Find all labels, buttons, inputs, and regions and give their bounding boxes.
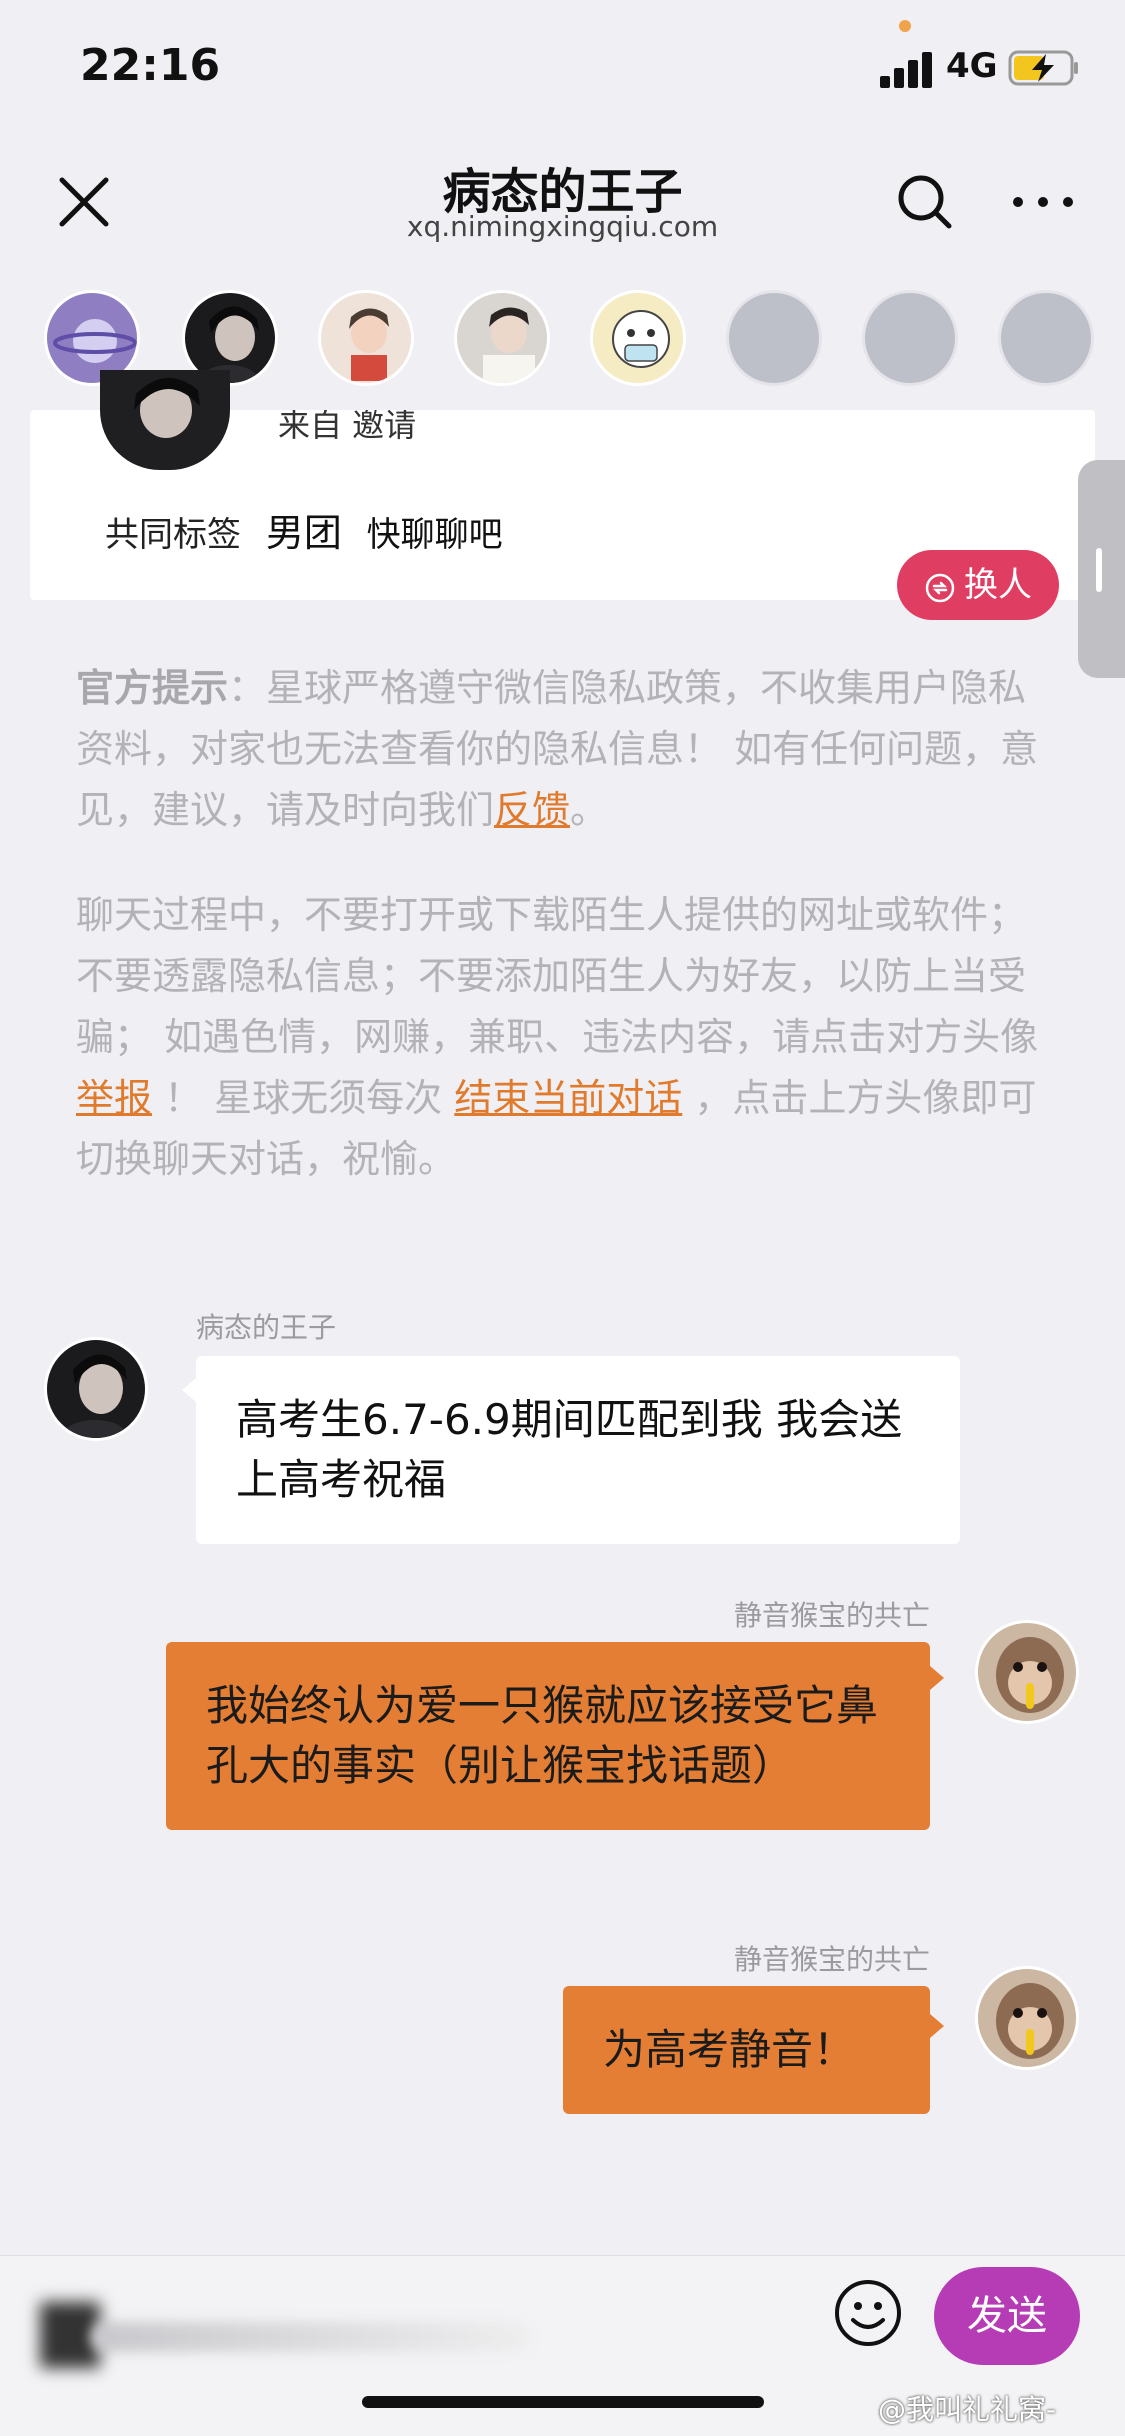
network-type: 4G (946, 46, 998, 86)
official-notice: 官方提示：星球严格遵守微信隐私政策，不收集用户隐私资料，对家也无法查看你的隐私信… (76, 658, 1056, 841)
invite-source: 来自 邀请 (278, 410, 417, 442)
safety-text: 聊天过程中，不要打开或下载陌生人提供的网址或软件；不要透露隐私信息；不要添加陌生… (76, 893, 1039, 1059)
avatar-boy-with-cup[interactable] (318, 290, 414, 386)
tag-item: 男团 (265, 511, 342, 555)
notice-end: 。 (570, 788, 609, 832)
message-sender: 静音猴宝的共亡 (733, 1599, 930, 1632)
message-bubble: 我始终认为爱一只猴就应该接受它鼻孔大的事实（别让猴宝找话题） (166, 1642, 930, 1830)
switch-icon (925, 573, 955, 603)
message-bubble: 高考生6.7-6.9期间匹配到我 我会送上高考祝福 (196, 1356, 960, 1544)
my-avatar-monkey[interactable] (975, 1966, 1079, 2070)
send-button[interactable]: 发送 (934, 2267, 1080, 2365)
search-icon[interactable] (893, 170, 957, 234)
partner-avatar[interactable] (44, 1337, 148, 1441)
avatar-cartoon-mask[interactable] (590, 290, 686, 386)
blurred-content (90, 2322, 530, 2352)
switch-partner-button[interactable]: 换人 (897, 550, 1059, 620)
shared-tags-label: 共同标签 (105, 515, 241, 555)
watermark: @我叫礼礼窝- (878, 2393, 1057, 2426)
avatar-empty-slot[interactable] (862, 290, 958, 386)
message-input[interactable] (30, 2296, 530, 2376)
bubble-tail (930, 2014, 944, 2038)
more-icon[interactable] (1008, 170, 1078, 234)
avatar-boy-white-shirt[interactable] (454, 290, 550, 386)
signal-icon (880, 52, 936, 88)
avatar-empty-slot[interactable] (998, 290, 1094, 386)
status-time: 22:16 (80, 40, 221, 91)
avatar-empty-slot[interactable] (726, 290, 822, 386)
my-avatar-monkey[interactable] (975, 1620, 1079, 1724)
feedback-link[interactable]: 反馈 (494, 788, 570, 832)
message-sender: 病态的王子 (196, 1311, 337, 1344)
home-indicator[interactable] (362, 2396, 764, 2408)
tag-item: 快聊聊吧 (366, 515, 503, 555)
end-chat-link[interactable]: 结束当前对话 (454, 1076, 682, 1120)
card-avatar[interactable] (100, 370, 230, 470)
side-drawer-handle[interactable] (1078, 460, 1125, 678)
message-bubble: 为高考静音！ (563, 1986, 930, 2114)
safety-text: ！ 星球无须每次 (152, 1076, 455, 1120)
report-link[interactable]: 举报 (76, 1076, 152, 1120)
message-sender: 静音猴宝的共亡 (733, 1943, 930, 1976)
privacy-indicator-dot (899, 20, 911, 32)
bubble-tail (182, 1378, 196, 1402)
switch-label: 换人 (964, 565, 1032, 605)
status-bar: 22:16 4G (0, 0, 1125, 140)
battery-charging-icon (1008, 50, 1078, 86)
shared-tags: 共同标签 男团 快聊聊吧 (105, 502, 503, 557)
notice-prefix: 官方提示 (76, 666, 229, 710)
bubble-tail (930, 1666, 944, 1690)
emoji-icon[interactable] (833, 2278, 903, 2348)
chat-header: 病态的王子 xq.nimingxingqiu.com (0, 140, 1125, 285)
safety-notice: 聊天过程中，不要打开或下载陌生人提供的网址或软件；不要透露隐私信息；不要添加陌生… (76, 885, 1056, 1190)
